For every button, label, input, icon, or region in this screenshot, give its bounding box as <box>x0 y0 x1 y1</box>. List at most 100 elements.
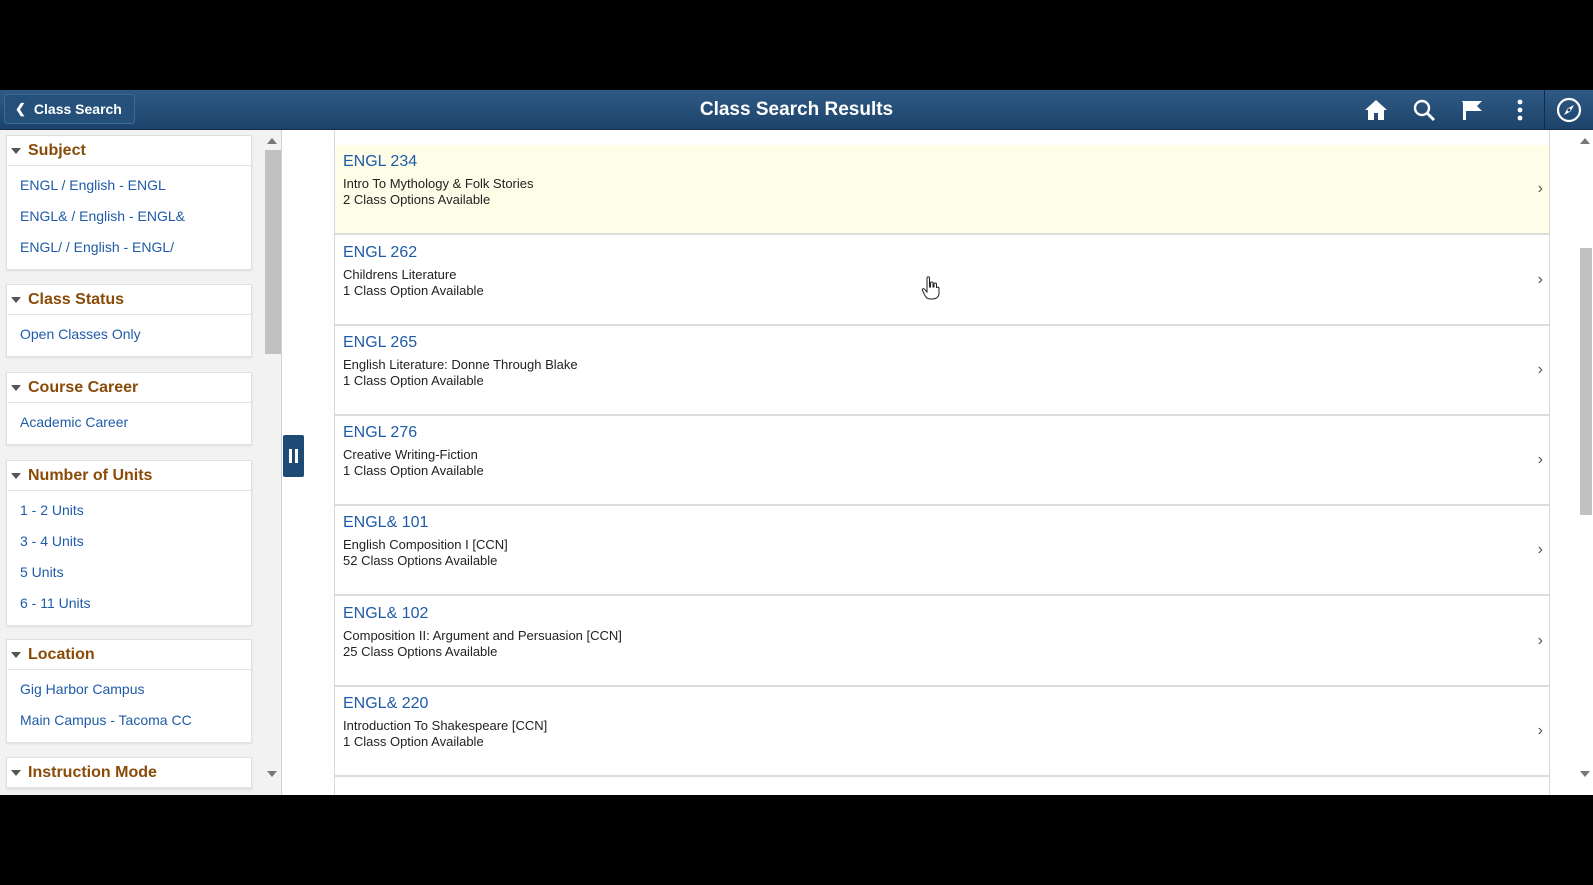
facet-subject: Subject ENGL / English - ENGL ENGL& / En… <box>6 135 252 270</box>
scrollbar-thumb[interactable] <box>265 150 281 354</box>
course-title: English Composition I [CCN] <box>343 537 508 552</box>
result-row[interactable]: ENGL 234 Intro To Mythology & Folk Stori… <box>335 145 1549 235</box>
facet-header[interactable]: Location <box>7 640 251 670</box>
actions-menu-button[interactable] <box>1496 90 1544 130</box>
facet-link[interactable]: ENGL / English - ENGL <box>7 170 251 201</box>
class-options-count: 25 Class Options Available <box>343 644 498 659</box>
class-options-count: 1 Class Option Available <box>343 734 484 749</box>
pause-bar-icon <box>289 449 292 463</box>
collapse-triangle-icon <box>11 769 21 776</box>
home-icon <box>1365 100 1387 120</box>
collapse-triangle-icon <box>11 296 21 303</box>
facet-link[interactable]: 6 - 11 Units <box>7 588 251 619</box>
collapse-triangle-icon <box>11 472 21 479</box>
course-code: ENGL 234 <box>343 153 418 170</box>
pause-bar-icon <box>295 449 298 463</box>
chevron-right-icon: › <box>1537 451 1543 468</box>
facet-link[interactable]: Gig Harbor Campus <box>7 674 251 705</box>
scroll-down-arrow-icon[interactable] <box>267 771 277 777</box>
result-row[interactable]: ENGL 262 Childrens Literature 1 Class Op… <box>335 236 1549 326</box>
header-banner: ❮ Class Search Class Search Results <box>0 90 1593 130</box>
back-button-label: Class Search <box>33 101 122 117</box>
class-options-count: 1 Class Option Available <box>343 283 484 298</box>
back-button[interactable]: ❮ Class Search <box>4 94 135 124</box>
chevron-right-icon: › <box>1537 361 1543 378</box>
facet-link[interactable]: Open Classes Only <box>7 319 251 350</box>
scroll-down-arrow-icon[interactable] <box>1580 771 1590 777</box>
app-window: ❮ Class Search Class Search Results Subj… <box>0 90 1593 795</box>
facet-link[interactable]: 5 Units <box>7 557 251 588</box>
search-icon <box>1413 99 1435 121</box>
course-title: Composition II: Argument and Persuasion … <box>343 628 622 643</box>
filter-panel-scrollbar[interactable] <box>263 130 281 795</box>
results-scrollbar[interactable] <box>1576 130 1593 795</box>
facet-header[interactable]: Class Status <box>7 285 251 315</box>
facet-title: Location <box>28 645 95 663</box>
course-code: ENGL 265 <box>343 334 418 351</box>
chevron-right-icon: › <box>1537 541 1543 558</box>
facet-link[interactable]: 1 - 2 Units <box>7 495 251 526</box>
navigator-compass-icon <box>1556 97 1582 123</box>
search-button[interactable] <box>1400 90 1448 130</box>
header-actions <box>1352 90 1593 130</box>
result-row[interactable]: ENGL& 220 Introduction To Shakespeare [C… <box>335 687 1549 777</box>
course-title: Introduction To Shakespeare [CCN] <box>343 718 548 733</box>
result-row[interactable]: ENGL& 101 English Composition I [CCN] 52… <box>335 506 1549 596</box>
facet-title: Course Career <box>28 378 139 396</box>
facet-header[interactable]: Instruction Mode <box>7 758 251 788</box>
course-code: ENGL& 102 <box>343 605 429 622</box>
result-row[interactable]: ENGL& 102 Composition II: Argument and P… <box>335 597 1549 687</box>
chevron-right-icon: › <box>1537 722 1543 739</box>
facet-link[interactable]: ENGL& / English - ENGL& <box>7 201 251 232</box>
class-options-count: 52 Class Options Available <box>343 553 498 568</box>
collapse-filter-panel-button[interactable] <box>283 435 304 477</box>
course-title: English Literature: Donne Through Blake <box>343 357 578 372</box>
results-list: ENGL 234 Intro To Mythology & Folk Stori… <box>334 130 1550 795</box>
scroll-up-arrow-icon[interactable] <box>1580 138 1590 144</box>
facet-number-of-units: Number of Units 1 - 2 Units 3 - 4 Units … <box>6 460 252 626</box>
collapse-triangle-icon <box>11 384 21 391</box>
class-options-count: 2 Class Options Available <box>343 192 491 207</box>
collapse-triangle-icon <box>11 147 21 154</box>
course-code: ENGL 276 <box>343 424 418 441</box>
course-code: ENGL& 220 <box>343 695 429 712</box>
facet-link[interactable]: 3 - 4 Units <box>7 526 251 557</box>
facet-location: Location Gig Harbor Campus Main Campus -… <box>6 639 252 743</box>
more-vertical-icon <box>1517 99 1523 121</box>
class-options-count: 1 Class Option Available <box>343 463 484 478</box>
facet-class-status: Class Status Open Classes Only <box>6 284 252 357</box>
result-row[interactable]: ENGL 276 Creative Writing-Fiction 1 Clas… <box>335 416 1549 506</box>
flag-icon <box>1462 101 1482 120</box>
course-code: ENGL 262 <box>343 244 418 261</box>
facet-title: Subject <box>28 141 86 159</box>
hand-cursor-icon <box>921 276 940 300</box>
collapse-triangle-icon <box>11 651 21 658</box>
course-title: Childrens Literature <box>343 267 457 282</box>
chevron-right-icon: › <box>1537 632 1543 649</box>
facet-link[interactable]: ENGL/ / English - ENGL/ <box>7 232 251 263</box>
notifications-button[interactable] <box>1448 90 1496 130</box>
scrollbar-thumb[interactable] <box>1580 248 1592 515</box>
facet-instruction-mode: Instruction Mode <box>6 757 252 789</box>
facet-header[interactable]: Number of Units <box>7 461 251 491</box>
course-title: Creative Writing-Fiction <box>343 447 478 462</box>
course-code: ENGL& 101 <box>343 514 429 531</box>
chevron-left-icon: ❮ <box>15 101 26 116</box>
course-title: Intro To Mythology & Folk Stories <box>343 176 534 191</box>
facet-course-career: Course Career Academic Career <box>6 372 252 445</box>
class-options-count: 1 Class Option Available <box>343 373 484 388</box>
chevron-right-icon: › <box>1537 180 1543 197</box>
facet-link[interactable]: Main Campus - Tacoma CC <box>7 705 251 736</box>
chevron-right-icon: › <box>1537 271 1543 288</box>
result-row[interactable]: ENGL 265 English Literature: Donne Throu… <box>335 326 1549 416</box>
scroll-up-arrow-icon[interactable] <box>267 138 277 144</box>
facet-header[interactable]: Course Career <box>7 373 251 403</box>
facet-header[interactable]: Subject <box>7 136 251 166</box>
filter-panel: Subject ENGL / English - ENGL ENGL& / En… <box>0 130 282 795</box>
home-button[interactable] <box>1352 90 1400 130</box>
facet-title: Class Status <box>28 290 125 308</box>
facet-title: Number of Units <box>28 466 153 484</box>
facet-title: Instruction Mode <box>28 763 157 781</box>
facet-link[interactable]: Academic Career <box>7 407 251 438</box>
navbar-button[interactable] <box>1545 90 1593 130</box>
